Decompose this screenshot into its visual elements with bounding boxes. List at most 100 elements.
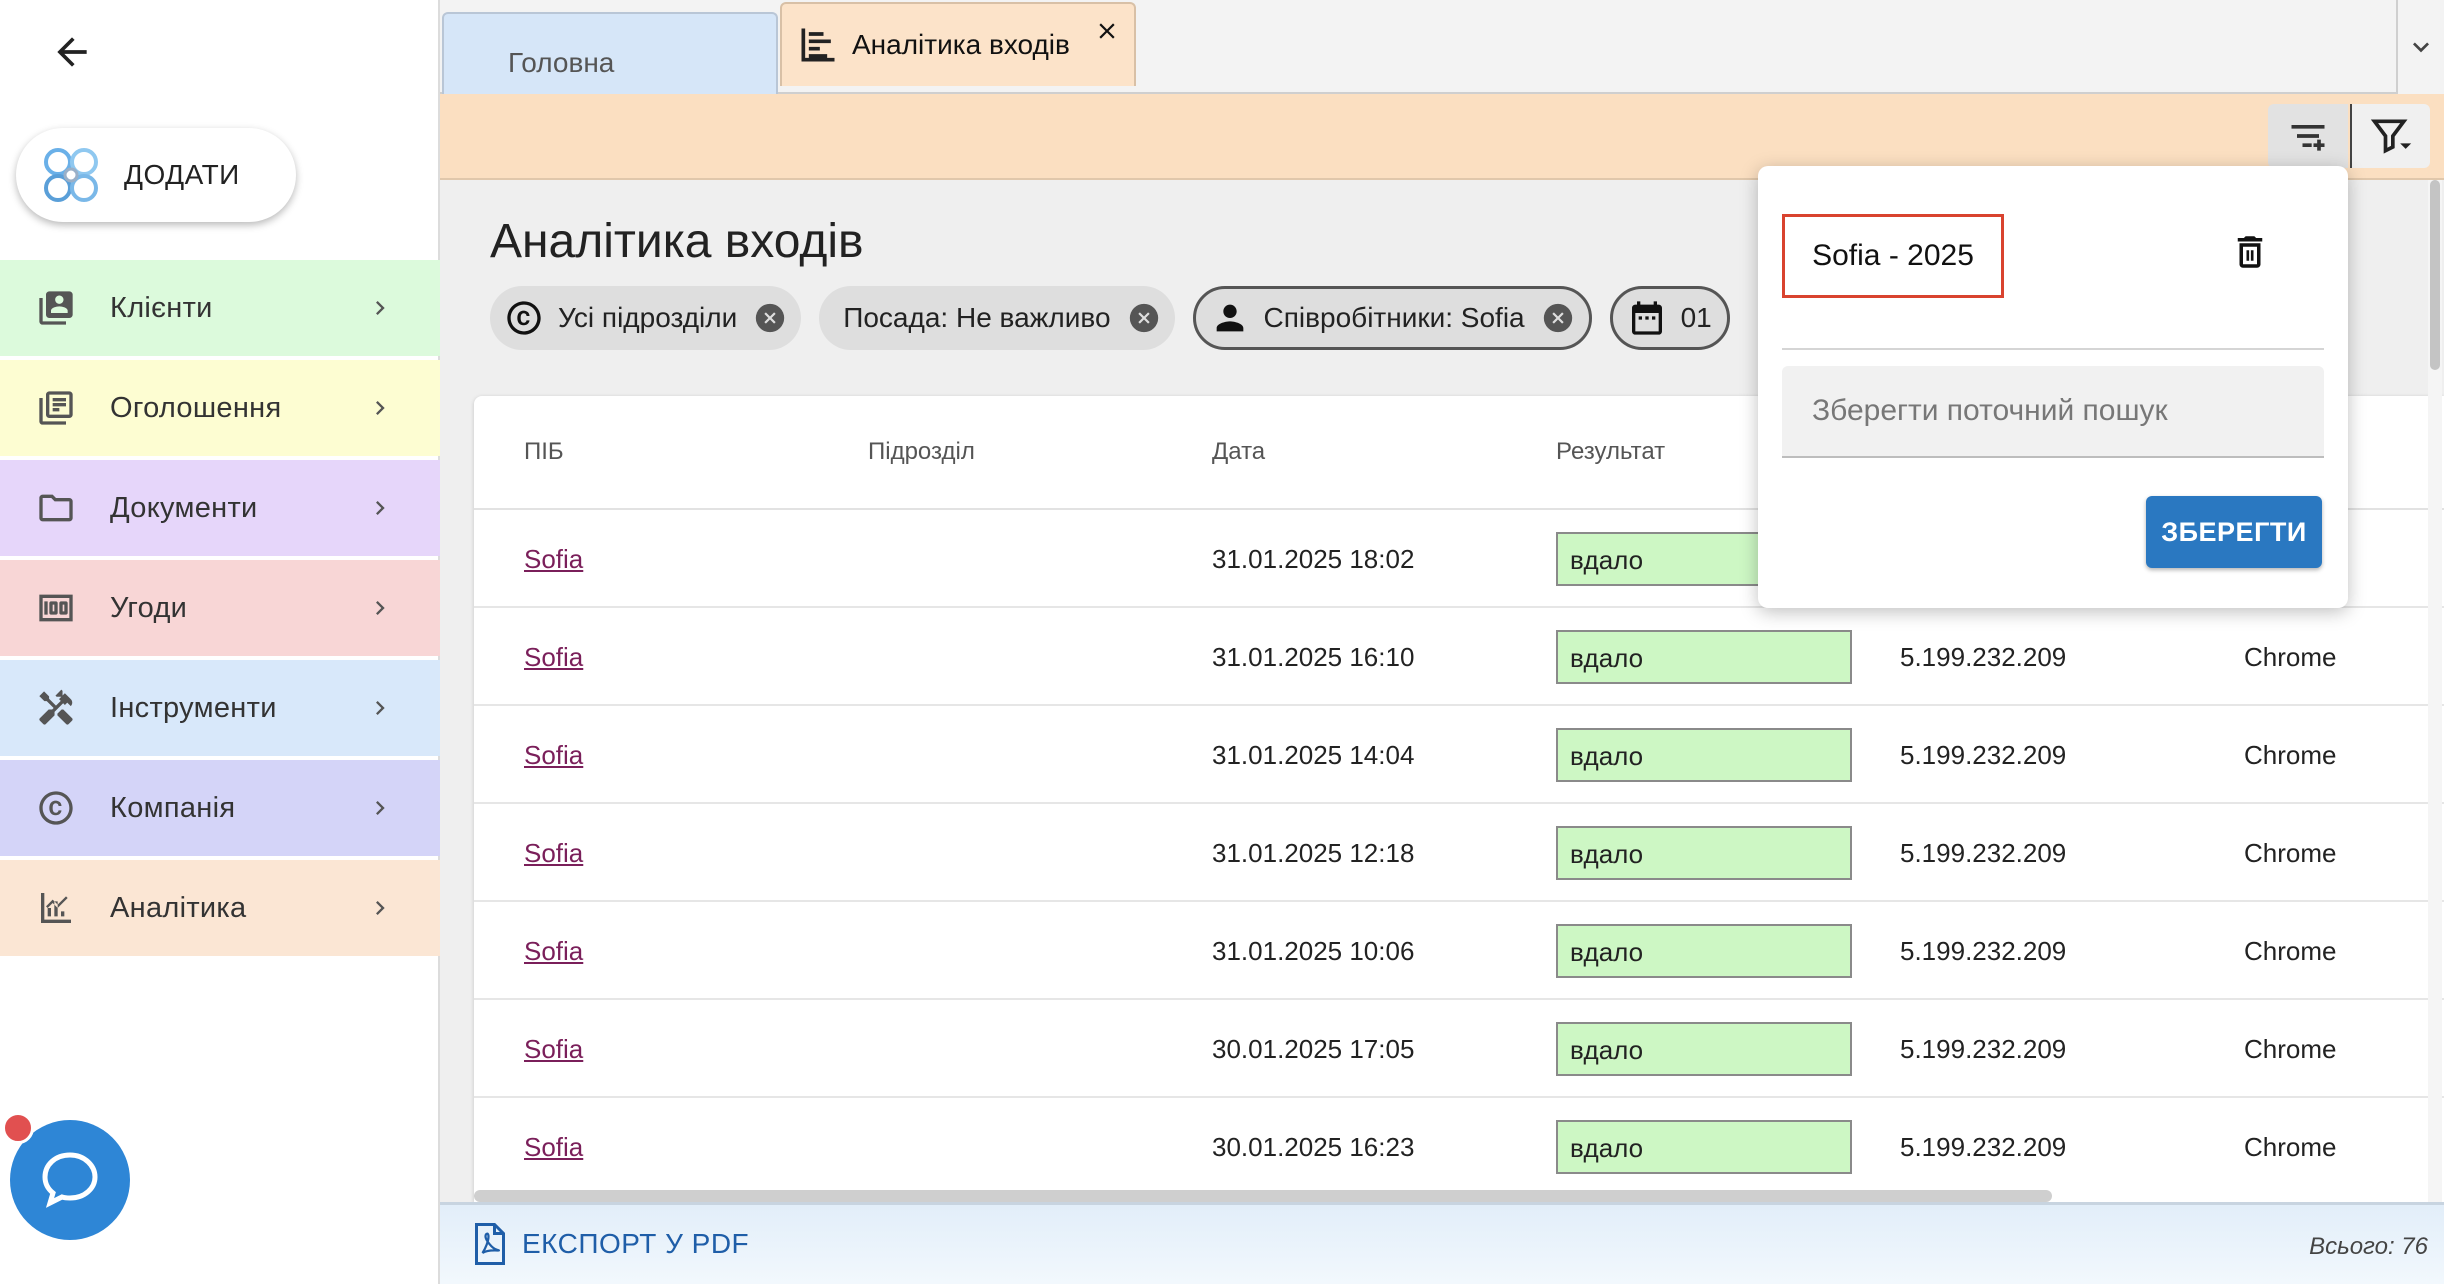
employee-link[interactable]: Sofia xyxy=(524,1034,583,1065)
tabs-dropdown-button[interactable] xyxy=(2396,0,2444,94)
pdf-file-icon xyxy=(475,1223,505,1265)
sidebar-item-label: Угоди xyxy=(110,591,188,624)
chevron-right-icon xyxy=(376,801,385,815)
remove-chip-icon[interactable] xyxy=(1127,301,1161,335)
contacts-icon xyxy=(34,286,78,330)
sidebar-item-clients[interactable]: Клієнти xyxy=(0,260,440,356)
table-row: Sofia 31.01.2025 14:04 вдало 5.199.232.2… xyxy=(474,706,2444,804)
save-search-button[interactable]: ЗБЕРЕГТИ xyxy=(2146,496,2322,568)
result-cell: вдало xyxy=(1556,1022,1852,1076)
table-row: Sofia 30.01.2025 17:05 вдало 5.199.232.2… xyxy=(474,1000,2444,1098)
scrollbar-thumb[interactable] xyxy=(2430,180,2440,370)
chip-subdivisions[interactable]: Усі підрозділи xyxy=(490,286,802,350)
horizontal-scrollbar[interactable] xyxy=(474,1190,2052,1202)
date-cell: 30.01.2025 17:05 xyxy=(1212,1034,1415,1064)
chip-date[interactable]: 01 xyxy=(1609,286,1730,350)
column-header-date[interactable]: Дата xyxy=(1212,438,1265,466)
column-header-subdivision[interactable]: Підрозділ xyxy=(868,438,975,466)
filter-icon xyxy=(2370,119,2412,154)
browser-cell: Chrome xyxy=(2244,838,2337,868)
arrow-left-icon xyxy=(57,37,87,67)
chevron-right-icon xyxy=(376,301,385,315)
sidebar-item-company[interactable]: Компанія xyxy=(0,760,440,856)
employee-link[interactable]: Sofia xyxy=(524,642,583,673)
ip-cell: 5.199.232.209 xyxy=(1900,740,2067,770)
column-header-result[interactable]: Результат xyxy=(1556,438,1665,466)
person-icon xyxy=(1210,298,1250,338)
copyright-icon xyxy=(504,298,544,338)
result-cell: вдало xyxy=(1556,630,1852,684)
delete-saved-search-button[interactable] xyxy=(2226,228,2274,276)
column-header-name[interactable]: ПІБ xyxy=(524,438,564,466)
sidebar-item-label: Оголошення xyxy=(110,391,282,424)
remove-chip-icon[interactable] xyxy=(753,301,787,335)
saved-searches-popover: Sofia - 2025 ЗБЕРЕГТИ xyxy=(1758,166,2348,608)
chevron-down-icon xyxy=(2413,42,2429,53)
chevron-right-icon xyxy=(376,501,385,515)
browser-cell: Chrome xyxy=(2244,936,2337,966)
employee-link[interactable]: Sofia xyxy=(524,544,583,575)
date-cell: 31.01.2025 16:10 xyxy=(1212,642,1415,672)
tab-home-label: Головна xyxy=(508,47,615,78)
chip-label: Усі підрозділи xyxy=(558,302,738,333)
browser-cell: Chrome xyxy=(2244,740,2337,770)
tab-bar: Головна Аналітика входів xyxy=(440,0,2444,94)
browser-cell: Chrome xyxy=(2244,1034,2337,1064)
save-search-input[interactable] xyxy=(1782,366,2324,458)
total-count: Всього: 76 xyxy=(2309,1233,2428,1260)
folder-icon xyxy=(34,486,78,530)
ip-cell: 5.199.232.209 xyxy=(1900,642,2067,672)
filter-list-add-icon xyxy=(2291,125,2325,151)
table-row: Sofia 30.01.2025 16:23 вдало 5.199.232.2… xyxy=(474,1098,2444,1196)
chip-label: Посада: Не важливо xyxy=(843,302,1111,333)
vertical-scrollbar[interactable] xyxy=(2428,180,2442,1202)
app-logo-icon xyxy=(44,148,98,202)
sidebar-item-label: Аналітика xyxy=(110,891,247,924)
result-cell: вдало xyxy=(1556,1120,1852,1174)
ip-cell: 5.199.232.209 xyxy=(1900,1034,2067,1064)
ip-cell: 5.199.232.209 xyxy=(1900,838,2067,868)
sidebar-item-deals[interactable]: Угоди xyxy=(0,560,440,656)
saved-search-item[interactable]: Sofia - 2025 xyxy=(1782,214,2004,298)
chip-label: Співробітники: Sofia xyxy=(1263,302,1525,333)
sidebar-item-label: Клієнти xyxy=(110,291,213,324)
chevron-right-icon xyxy=(376,601,385,615)
export-pdf-button[interactable]: ЕКСПОРТ У PDF xyxy=(472,1223,749,1265)
notification-dot xyxy=(2,1112,34,1144)
sidebar-item-documents[interactable]: Документи xyxy=(0,460,440,556)
date-cell: 31.01.2025 10:06 xyxy=(1212,936,1415,966)
tab-home[interactable]: Головна xyxy=(442,12,778,94)
add-button[interactable]: ДОДАТИ xyxy=(16,128,296,222)
result-cell: вдало xyxy=(1556,728,1852,782)
employee-link[interactable]: Sofia xyxy=(524,1132,583,1163)
chip-employees[interactable]: Співробітники: Sofia xyxy=(1192,286,1592,350)
ip-cell: 5.199.232.209 xyxy=(1900,936,2067,966)
tools-icon xyxy=(34,686,78,730)
employee-link[interactable]: Sofia xyxy=(524,838,583,869)
page-title: Аналітика входів xyxy=(490,215,864,268)
filter-chips: Усі підрозділи Посада: Не важливо Співро… xyxy=(490,286,1730,352)
result-cell: вдало xyxy=(1556,826,1852,880)
sidebar-item-tools[interactable]: Інструменти xyxy=(0,660,440,756)
money-icon xyxy=(34,586,78,630)
back-button[interactable] xyxy=(40,20,104,84)
calendar-icon xyxy=(1627,298,1667,338)
remove-chip-icon[interactable] xyxy=(1541,301,1575,335)
saved-filters-button[interactable] xyxy=(2268,104,2348,168)
tab-login-analytics[interactable]: Аналітика входів xyxy=(780,2,1136,86)
close-icon[interactable] xyxy=(1094,18,1120,44)
trash-icon xyxy=(2237,236,2263,268)
table-row: Sofia 31.01.2025 12:18 вдало 5.199.232.2… xyxy=(474,804,2444,902)
chevron-right-icon xyxy=(376,401,385,415)
sidebar-item-analytics[interactable]: Аналітика xyxy=(0,860,440,956)
table-row: Sofia 31.01.2025 10:06 вдало 5.199.232.2… xyxy=(474,902,2444,1000)
employee-link[interactable]: Sofia xyxy=(524,740,583,771)
filter-menu-button[interactable] xyxy=(2350,104,2430,168)
tab-label: Аналітика входів xyxy=(852,29,1070,60)
sidebar-item-listings[interactable]: Оголошення xyxy=(0,360,440,456)
sidebar-item-label: Компанія xyxy=(110,791,236,824)
add-button-label: ДОДАТИ xyxy=(124,159,240,190)
chip-position[interactable]: Посада: Не важливо xyxy=(819,286,1175,350)
employee-link[interactable]: Sofia xyxy=(524,936,583,967)
chevron-right-icon xyxy=(376,901,385,915)
